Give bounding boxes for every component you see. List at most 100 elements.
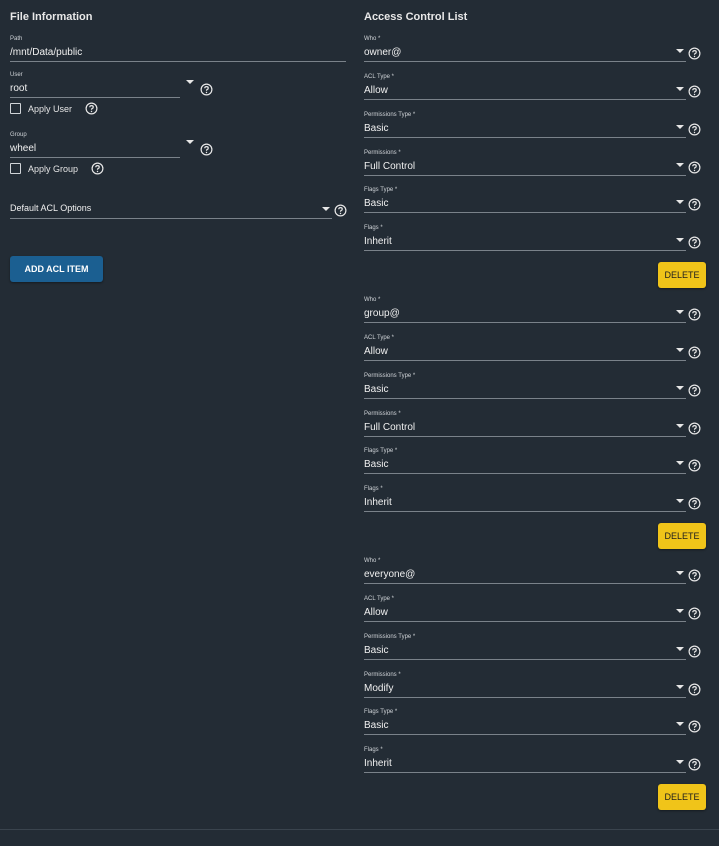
path-label: Path [10,36,23,42]
help-circle-icon[interactable] [688,236,701,249]
flags-type-select[interactable]: Flags Type * Basic [364,448,704,474]
flags-value[interactable]: Inherit [364,758,392,769]
permissions-select[interactable]: Permissions * Modify [364,672,704,698]
delete-button[interactable]: DELETE [658,523,706,549]
help-circle-icon[interactable] [688,645,701,658]
chevron-down-icon[interactable] [322,207,330,211]
user-select[interactable]: User root [10,72,220,98]
chevron-down-icon[interactable] [676,200,684,204]
permissions-type-select[interactable]: Permissions Type * Basic [364,112,704,138]
flags-type-underline [364,734,686,735]
apply-group-label[interactable]: Apply Group [28,164,78,174]
who-value[interactable]: group@ [364,308,400,319]
permissions-select[interactable]: Permissions * Full Control [364,150,704,176]
user-value[interactable]: root [10,83,27,94]
help-circle-icon[interactable] [688,198,701,211]
chevron-down-icon[interactable] [676,609,684,613]
who-select[interactable]: Who * everyone@ [364,558,704,584]
acl-type-select[interactable]: ACL Type * Allow [364,74,704,100]
help-circle-icon[interactable] [688,607,701,620]
who-value[interactable]: owner@ [364,47,401,58]
help-circle-icon[interactable] [688,758,701,771]
add-acl-item-button[interactable]: ADD ACL ITEM [10,256,103,282]
help-circle-icon[interactable] [334,204,347,217]
help-circle-icon[interactable] [688,47,701,60]
acl-type-value[interactable]: Allow [364,607,388,618]
flags-select[interactable]: Flags * Inherit [364,486,704,512]
help-circle-icon[interactable] [688,346,701,359]
permissions-value[interactable]: Full Control [364,161,415,172]
help-circle-icon[interactable] [688,384,701,397]
flags-select[interactable]: Flags * Inherit [364,225,704,251]
flags-value[interactable]: Inherit [364,497,392,508]
chevron-down-icon[interactable] [676,87,684,91]
help-circle-icon[interactable] [85,102,98,115]
flags-type-select[interactable]: Flags Type * Basic [364,187,704,213]
chevron-down-icon[interactable] [186,80,194,84]
help-circle-icon[interactable] [688,422,701,435]
help-circle-icon[interactable] [688,161,701,174]
who-select[interactable]: Who * group@ [364,297,704,323]
flags-type-value[interactable]: Basic [364,459,388,470]
group-select[interactable]: Group wheel [10,132,220,158]
help-circle-icon[interactable] [688,720,701,733]
delete-button[interactable]: DELETE [658,262,706,288]
help-circle-icon[interactable] [688,308,701,321]
who-select[interactable]: Who * owner@ [364,36,704,62]
default-acl-options-select[interactable]: Default ACL Options [10,200,350,220]
chevron-down-icon[interactable] [676,461,684,465]
flags-select[interactable]: Flags * Inherit [364,747,704,773]
permissions-value[interactable]: Full Control [364,422,415,433]
flags-type-value[interactable]: Basic [364,720,388,731]
permissions-type-value[interactable]: Basic [364,645,388,656]
chevron-down-icon[interactable] [676,685,684,689]
path-field[interactable]: Path /mnt/Data/public [10,36,346,62]
permissions-label: Permissions * [364,150,401,156]
acl-type-value[interactable]: Allow [364,85,388,96]
help-circle-icon[interactable] [688,123,701,136]
apply-group-checkbox[interactable] [10,163,21,174]
permissions-type-select[interactable]: Permissions Type * Basic [364,634,704,660]
path-value[interactable]: /mnt/Data/public [10,47,82,58]
chevron-down-icon[interactable] [676,760,684,764]
acl-type-select[interactable]: ACL Type * Allow [364,335,704,361]
chevron-down-icon[interactable] [676,238,684,242]
help-circle-icon[interactable] [688,569,701,582]
flags-type-select[interactable]: Flags Type * Basic [364,709,704,735]
permissions-type-value[interactable]: Basic [364,384,388,395]
permissions-underline [364,175,686,176]
chevron-down-icon[interactable] [676,424,684,428]
delete-button[interactable]: DELETE [658,784,706,810]
chevron-down-icon[interactable] [676,310,684,314]
who-value[interactable]: everyone@ [364,569,415,580]
chevron-down-icon[interactable] [676,499,684,503]
chevron-down-icon[interactable] [676,163,684,167]
permissions-select[interactable]: Permissions * Full Control [364,411,704,437]
default-acl-options-label[interactable]: Default ACL Options [10,203,91,213]
apply-user-label[interactable]: Apply User [28,104,72,114]
help-circle-icon[interactable] [91,162,104,175]
help-circle-icon[interactable] [688,683,701,696]
permissions-type-select[interactable]: Permissions Type * Basic [364,373,704,399]
flags-value[interactable]: Inherit [364,236,392,247]
help-circle-icon[interactable] [688,497,701,510]
acl-type-select[interactable]: ACL Type * Allow [364,596,704,622]
chevron-down-icon[interactable] [676,125,684,129]
chevron-down-icon[interactable] [676,348,684,352]
help-circle-icon[interactable] [200,143,213,156]
acl-type-value[interactable]: Allow [364,346,388,357]
chevron-down-icon[interactable] [676,386,684,390]
help-circle-icon[interactable] [200,83,213,96]
group-value[interactable]: wheel [10,143,36,154]
flags-type-value[interactable]: Basic [364,198,388,209]
chevron-down-icon[interactable] [676,722,684,726]
chevron-down-icon[interactable] [676,647,684,651]
chevron-down-icon[interactable] [186,140,194,144]
chevron-down-icon[interactable] [676,571,684,575]
help-circle-icon[interactable] [688,459,701,472]
permissions-value[interactable]: Modify [364,683,393,694]
permissions-type-value[interactable]: Basic [364,123,388,134]
apply-user-checkbox[interactable] [10,103,21,114]
chevron-down-icon[interactable] [676,49,684,53]
help-circle-icon[interactable] [688,85,701,98]
